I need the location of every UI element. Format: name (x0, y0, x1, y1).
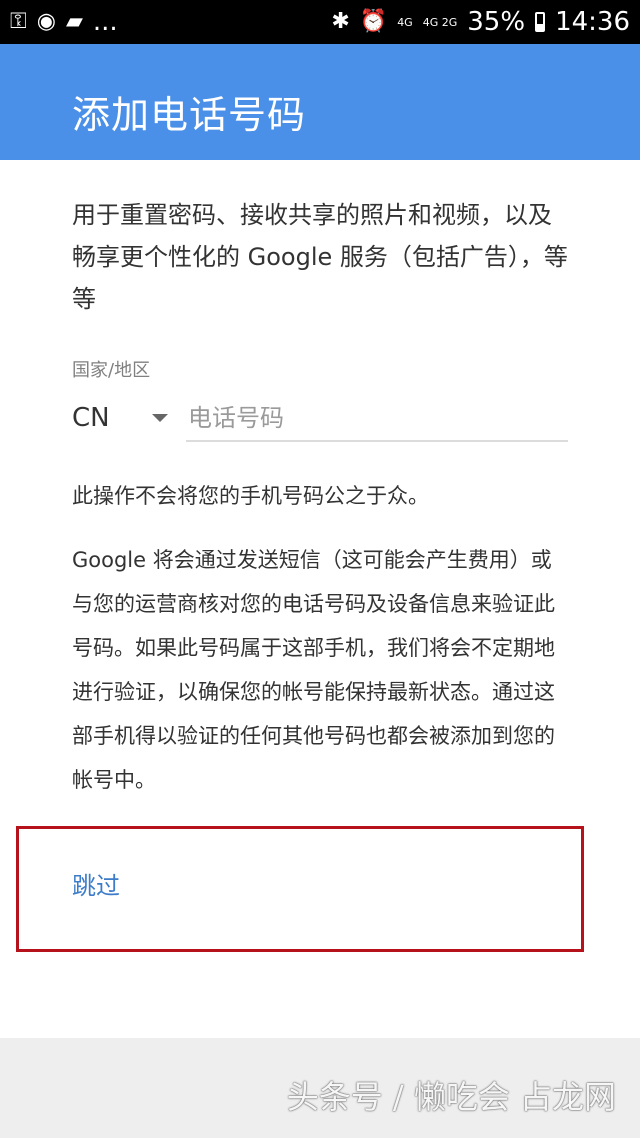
footer: 头条号 / 懒吃会 占龙网 (0, 1038, 640, 1138)
battery-icon (535, 12, 546, 32)
country-label: 国家/地区 (72, 360, 151, 381)
signal-4g: 4G (397, 15, 413, 29)
message-icon: ▰ (65, 9, 83, 34)
more-indicator: ... (92, 7, 118, 37)
alarm-icon: ⏰ (359, 9, 388, 34)
status-left: ⚿ ◉ ▰ ... (10, 7, 118, 37)
signal-indicator: 4G (397, 17, 413, 28)
signal-4g-2g: 4G 2G (422, 15, 458, 29)
whatsapp-icon: ◉ (36, 9, 56, 34)
chevron-down-icon (152, 414, 168, 422)
bluetooth-icon: ✱ (331, 9, 350, 34)
country-value: CN (72, 403, 110, 433)
skip-button[interactable]: 跳过 (72, 866, 120, 901)
country-select[interactable]: CN (72, 398, 172, 438)
intro-text: 用于重置密码、接收共享的照片和视频，以及畅享更个性化的 Google 服务（包括… (72, 201, 568, 313)
page-title: 添加电话号码 (72, 93, 307, 137)
app-bar: 添加电话号码 (0, 44, 640, 160)
phone-input[interactable] (186, 396, 568, 442)
signal-indicator-2: 4G 2G (423, 17, 458, 28)
clock: 14:36 (555, 7, 630, 37)
screen: ⚿ ◉ ▰ ... ✱ ⏰ 4G 4G 2G 35% 14:36 添加电话号码 … (0, 0, 640, 1138)
watermark: 头条号 / 懒吃会 占龙网 (286, 1078, 616, 1116)
privacy-note: 此操作不会将您的手机号码公之于众。 (72, 484, 429, 508)
battery-percent: 35% (467, 7, 526, 37)
status-bar: ⚿ ◉ ▰ ... ✱ ⏰ 4G 4G 2G 35% 14:36 (0, 0, 640, 44)
status-right: ✱ ⏰ 4G 4G 2G 35% 14:36 (331, 7, 630, 37)
content-area: 用于重置密码、接收共享的照片和视频，以及畅享更个性化的 Google 服务（包括… (0, 160, 640, 1038)
key-icon: ⚿ (10, 9, 27, 34)
verification-note: Google 将会通过发送短信（这可能会产生费用）或与您的运营商核对您的电话号码… (72, 548, 555, 792)
